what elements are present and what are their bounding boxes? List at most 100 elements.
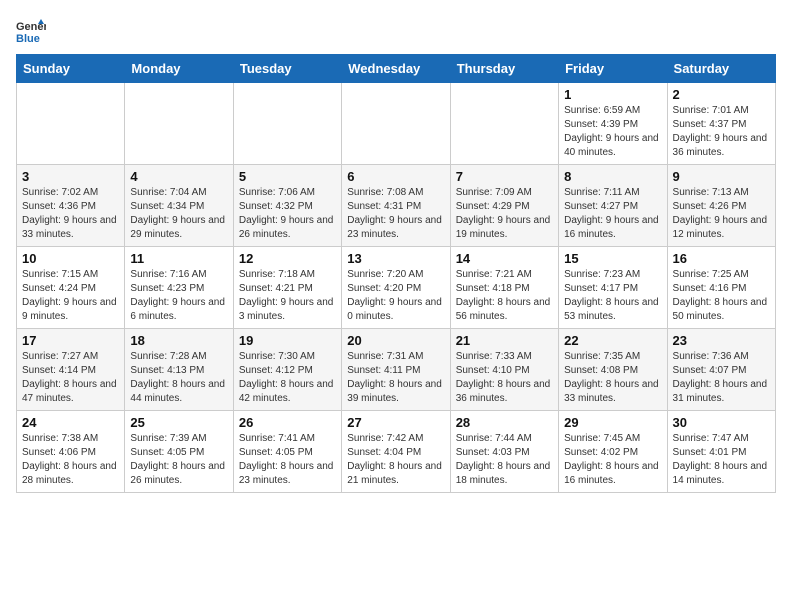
day-detail: Sunrise: 7:28 AMSunset: 4:13 PMDaylight:… bbox=[130, 350, 227, 406]
logo-icon: General Blue bbox=[16, 16, 46, 46]
day-number: 6 bbox=[347, 169, 444, 184]
col-header-friday: Friday bbox=[559, 55, 667, 83]
day-detail: Sunrise: 7:21 AMSunset: 4:18 PMDaylight:… bbox=[456, 268, 553, 324]
day-detail: Sunrise: 7:41 AMSunset: 4:05 PMDaylight:… bbox=[239, 432, 336, 488]
logo: General Blue bbox=[16, 16, 50, 46]
day-detail: Sunrise: 7:33 AMSunset: 4:10 PMDaylight:… bbox=[456, 350, 553, 406]
day-cell bbox=[450, 83, 558, 165]
calendar-table: SundayMondayTuesdayWednesdayThursdayFrid… bbox=[16, 54, 776, 493]
day-number: 1 bbox=[564, 87, 661, 102]
page-header: General Blue bbox=[16, 16, 776, 46]
day-cell: 18 Sunrise: 7:28 AMSunset: 4:13 PMDayligh… bbox=[125, 329, 233, 411]
day-cell: 29 Sunrise: 7:45 AMSunset: 4:02 PMDayligh… bbox=[559, 411, 667, 493]
day-cell: 7 Sunrise: 7:09 AMSunset: 4:29 PMDaylight… bbox=[450, 165, 558, 247]
day-detail: Sunrise: 7:23 AMSunset: 4:17 PMDaylight:… bbox=[564, 268, 661, 324]
day-cell: 1 Sunrise: 6:59 AMSunset: 4:39 PMDaylight… bbox=[559, 83, 667, 165]
day-cell: 9Sunrise: 7:13 AMSunset: 4:26 PMDaylight… bbox=[667, 165, 775, 247]
day-detail: Sunrise: 7:06 AMSunset: 4:32 PMDaylight:… bbox=[239, 186, 336, 242]
day-detail: Sunrise: 7:47 AMSunset: 4:01 PMDaylight:… bbox=[673, 432, 770, 488]
day-cell: 17 Sunrise: 7:27 AMSunset: 4:14 PMDayligh… bbox=[17, 329, 125, 411]
day-cell: 6 Sunrise: 7:08 AMSunset: 4:31 PMDaylight… bbox=[342, 165, 450, 247]
day-cell: 21 Sunrise: 7:33 AMSunset: 4:10 PMDayligh… bbox=[450, 329, 558, 411]
day-detail: Sunrise: 7:36 AMSunset: 4:07 PMDaylight:… bbox=[673, 350, 770, 406]
day-detail: Sunrise: 6:59 AMSunset: 4:39 PMDaylight:… bbox=[564, 104, 661, 160]
day-cell: 24 Sunrise: 7:38 AMSunset: 4:06 PMDayligh… bbox=[17, 411, 125, 493]
day-cell: 14 Sunrise: 7:21 AMSunset: 4:18 PMDayligh… bbox=[450, 247, 558, 329]
day-number: 17 bbox=[22, 333, 119, 348]
day-number: 16 bbox=[673, 251, 770, 266]
day-detail: Sunrise: 7:16 AMSunset: 4:23 PMDaylight:… bbox=[130, 268, 227, 324]
day-detail: Sunrise: 7:39 AMSunset: 4:05 PMDaylight:… bbox=[130, 432, 227, 488]
day-number: 30 bbox=[673, 415, 770, 430]
week-row-3: 10Sunrise: 7:15 AMSunset: 4:24 PMDayligh… bbox=[17, 247, 776, 329]
day-number: 15 bbox=[564, 251, 661, 266]
week-row-4: 17 Sunrise: 7:27 AMSunset: 4:14 PMDayligh… bbox=[17, 329, 776, 411]
svg-text:Blue: Blue bbox=[16, 33, 40, 45]
day-detail: Sunrise: 7:31 AMSunset: 4:11 PMDaylight:… bbox=[347, 350, 444, 406]
col-header-tuesday: Tuesday bbox=[233, 55, 341, 83]
day-cell: 15 Sunrise: 7:23 AMSunset: 4:17 PMDayligh… bbox=[559, 247, 667, 329]
day-number: 9 bbox=[673, 169, 770, 184]
day-number: 28 bbox=[456, 415, 553, 430]
day-detail: Sunrise: 7:27 AMSunset: 4:14 PMDaylight:… bbox=[22, 350, 119, 406]
day-detail: Sunrise: 7:45 AMSunset: 4:02 PMDaylight:… bbox=[564, 432, 661, 488]
col-header-wednesday: Wednesday bbox=[342, 55, 450, 83]
day-number: 24 bbox=[22, 415, 119, 430]
day-number: 5 bbox=[239, 169, 336, 184]
week-row-5: 24 Sunrise: 7:38 AMSunset: 4:06 PMDayligh… bbox=[17, 411, 776, 493]
day-cell: 3Sunrise: 7:02 AMSunset: 4:36 PMDaylight… bbox=[17, 165, 125, 247]
day-number: 13 bbox=[347, 251, 444, 266]
day-number: 21 bbox=[456, 333, 553, 348]
day-cell: 25 Sunrise: 7:39 AMSunset: 4:05 PMDayligh… bbox=[125, 411, 233, 493]
day-cell: 5 Sunrise: 7:06 AMSunset: 4:32 PMDaylight… bbox=[233, 165, 341, 247]
day-cell: 12 Sunrise: 7:18 AMSunset: 4:21 PMDayligh… bbox=[233, 247, 341, 329]
day-detail: Sunrise: 7:18 AMSunset: 4:21 PMDaylight:… bbox=[239, 268, 336, 324]
day-number: 4 bbox=[130, 169, 227, 184]
col-header-sunday: Sunday bbox=[17, 55, 125, 83]
day-number: 7 bbox=[456, 169, 553, 184]
day-cell bbox=[342, 83, 450, 165]
day-cell: 22 Sunrise: 7:35 AMSunset: 4:08 PMDayligh… bbox=[559, 329, 667, 411]
header-row: SundayMondayTuesdayWednesdayThursdayFrid… bbox=[17, 55, 776, 83]
day-cell: 19 Sunrise: 7:30 AMSunset: 4:12 PMDayligh… bbox=[233, 329, 341, 411]
day-cell bbox=[125, 83, 233, 165]
day-detail: Sunrise: 7:25 AMSunset: 4:16 PMDaylight:… bbox=[673, 268, 770, 324]
day-cell: 13Sunrise: 7:20 AMSunset: 4:20 PMDayligh… bbox=[342, 247, 450, 329]
day-number: 29 bbox=[564, 415, 661, 430]
col-header-monday: Monday bbox=[125, 55, 233, 83]
col-header-thursday: Thursday bbox=[450, 55, 558, 83]
day-cell: 4Sunrise: 7:04 AMSunset: 4:34 PMDaylight… bbox=[125, 165, 233, 247]
day-cell bbox=[17, 83, 125, 165]
day-detail: Sunrise: 7:35 AMSunset: 4:08 PMDaylight:… bbox=[564, 350, 661, 406]
day-cell: 10Sunrise: 7:15 AMSunset: 4:24 PMDayligh… bbox=[17, 247, 125, 329]
day-number: 11 bbox=[130, 251, 227, 266]
day-number: 26 bbox=[239, 415, 336, 430]
day-cell: 27Sunrise: 7:42 AMSunset: 4:04 PMDayligh… bbox=[342, 411, 450, 493]
day-number: 27 bbox=[347, 415, 444, 430]
week-row-1: 1 Sunrise: 6:59 AMSunset: 4:39 PMDaylight… bbox=[17, 83, 776, 165]
day-detail: Sunrise: 7:44 AMSunset: 4:03 PMDaylight:… bbox=[456, 432, 553, 488]
day-number: 22 bbox=[564, 333, 661, 348]
day-number: 8 bbox=[564, 169, 661, 184]
day-cell bbox=[233, 83, 341, 165]
day-detail: Sunrise: 7:01 AMSunset: 4:37 PMDaylight:… bbox=[673, 104, 770, 160]
day-detail: Sunrise: 7:30 AMSunset: 4:12 PMDaylight:… bbox=[239, 350, 336, 406]
day-number: 20 bbox=[347, 333, 444, 348]
week-row-2: 3Sunrise: 7:02 AMSunset: 4:36 PMDaylight… bbox=[17, 165, 776, 247]
day-detail: Sunrise: 7:09 AMSunset: 4:29 PMDaylight:… bbox=[456, 186, 553, 242]
day-number: 19 bbox=[239, 333, 336, 348]
day-number: 25 bbox=[130, 415, 227, 430]
day-cell: 28 Sunrise: 7:44 AMSunset: 4:03 PMDayligh… bbox=[450, 411, 558, 493]
day-detail: Sunrise: 7:38 AMSunset: 4:06 PMDaylight:… bbox=[22, 432, 119, 488]
day-number: 14 bbox=[456, 251, 553, 266]
day-cell: 2 Sunrise: 7:01 AMSunset: 4:37 PMDaylight… bbox=[667, 83, 775, 165]
day-cell: 11 Sunrise: 7:16 AMSunset: 4:23 PMDayligh… bbox=[125, 247, 233, 329]
day-number: 23 bbox=[673, 333, 770, 348]
day-detail: Sunrise: 7:08 AMSunset: 4:31 PMDaylight:… bbox=[347, 186, 444, 242]
day-number: 3 bbox=[22, 169, 119, 184]
day-number: 2 bbox=[673, 87, 770, 102]
day-cell: 8Sunrise: 7:11 AMSunset: 4:27 PMDaylight… bbox=[559, 165, 667, 247]
day-number: 12 bbox=[239, 251, 336, 266]
day-number: 18 bbox=[130, 333, 227, 348]
day-cell: 20 Sunrise: 7:31 AMSunset: 4:11 PMDayligh… bbox=[342, 329, 450, 411]
